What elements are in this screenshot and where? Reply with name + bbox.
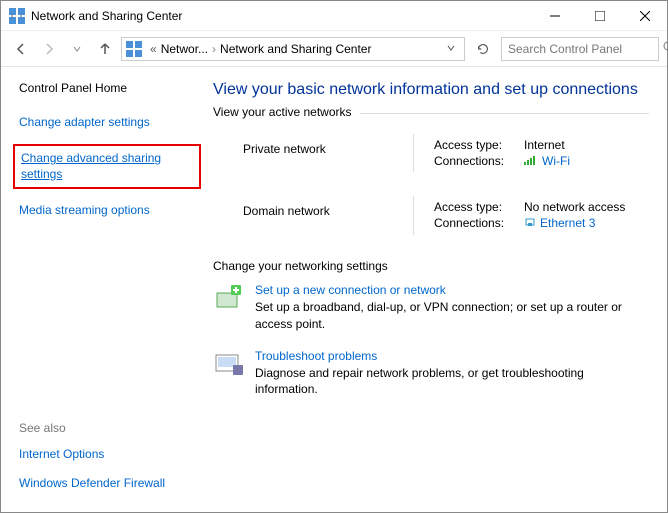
address-bar: « Networ... › Network and Sharing Center [1,31,667,67]
recent-dropdown[interactable] [65,37,89,61]
page-title: View your basic network information and … [213,81,649,99]
breadcrumb[interactable]: « Networ... › Network and Sharing Center [121,37,465,61]
access-type-value: Internet [524,138,565,152]
search-icon[interactable] [663,41,668,56]
back-button[interactable] [9,37,33,61]
active-networks-legend: View your active networks [213,105,360,119]
task-setup-connection: Set up a new connection or network Set u… [213,283,649,333]
change-adapter-link[interactable]: Change adapter settings [19,115,193,131]
troubleshoot-icon [213,349,245,377]
forward-button[interactable] [37,37,61,61]
breadcrumb-item-2[interactable]: Network and Sharing Center [220,42,371,56]
troubleshoot-desc: Diagnose and repair network problems, or… [255,365,649,399]
new-connection-icon [213,283,245,311]
access-type-label: Access type: [434,200,524,214]
setup-connection-desc: Set up a broadband, dial-up, or VPN conn… [255,299,649,333]
location-icon [126,41,142,57]
titlebar: Network and Sharing Center [1,1,667,31]
app-icon [9,8,25,24]
up-button[interactable] [93,37,117,61]
network-item: Private network Access type:Internet Con… [213,134,649,172]
network-name: Private network [213,134,413,156]
window-title: Network and Sharing Center [31,9,532,23]
chevron-right-icon[interactable]: › [212,42,216,56]
network-name: Domain network [213,196,413,218]
control-panel-home-link[interactable]: Control Panel Home [19,81,193,97]
change-settings-legend: Change your networking settings [213,259,649,273]
access-type-value: No network access [524,200,625,214]
network-item: Domain network Access type:No network ac… [213,196,649,235]
connections-label: Connections: [434,154,524,168]
media-streaming-link[interactable]: Media streaming options [19,203,193,219]
troubleshoot-link[interactable]: Troubleshoot problems [255,349,377,363]
breadcrumb-item-1[interactable]: Networ... [161,42,208,56]
close-button[interactable] [622,1,667,31]
setup-connection-link[interactable]: Set up a new connection or network [255,283,446,297]
ethernet-icon [524,216,536,231]
access-type-label: Access type: [434,138,524,152]
main-content: View your basic network information and … [205,67,667,510]
search-input[interactable] [508,42,663,56]
refresh-button[interactable] [469,37,497,61]
search-box[interactable] [501,37,659,61]
firewall-link[interactable]: Windows Defender Firewall [19,476,193,492]
wifi-connection-link[interactable]: Wi-Fi [542,154,570,168]
task-troubleshoot: Troubleshoot problems Diagnose and repai… [213,349,649,399]
connections-label: Connections: [434,216,524,231]
highlight-box: Change advanced sharing settings [13,144,201,189]
maximize-button[interactable] [577,1,622,31]
internet-options-link[interactable]: Internet Options [19,447,193,463]
ethernet-connection-link[interactable]: Ethernet 3 [540,216,595,231]
chevron-down-icon[interactable] [446,42,456,56]
minimize-button[interactable] [532,1,577,31]
change-advanced-sharing-link[interactable]: Change advanced sharing settings [21,151,193,182]
wifi-signal-icon [524,154,538,164]
see-also-label: See also [19,421,193,435]
active-networks-section: View your active networks Private networ… [213,113,649,235]
breadcrumb-sep[interactable]: « [150,42,157,56]
sidebar: Control Panel Home Change adapter settin… [1,67,205,510]
